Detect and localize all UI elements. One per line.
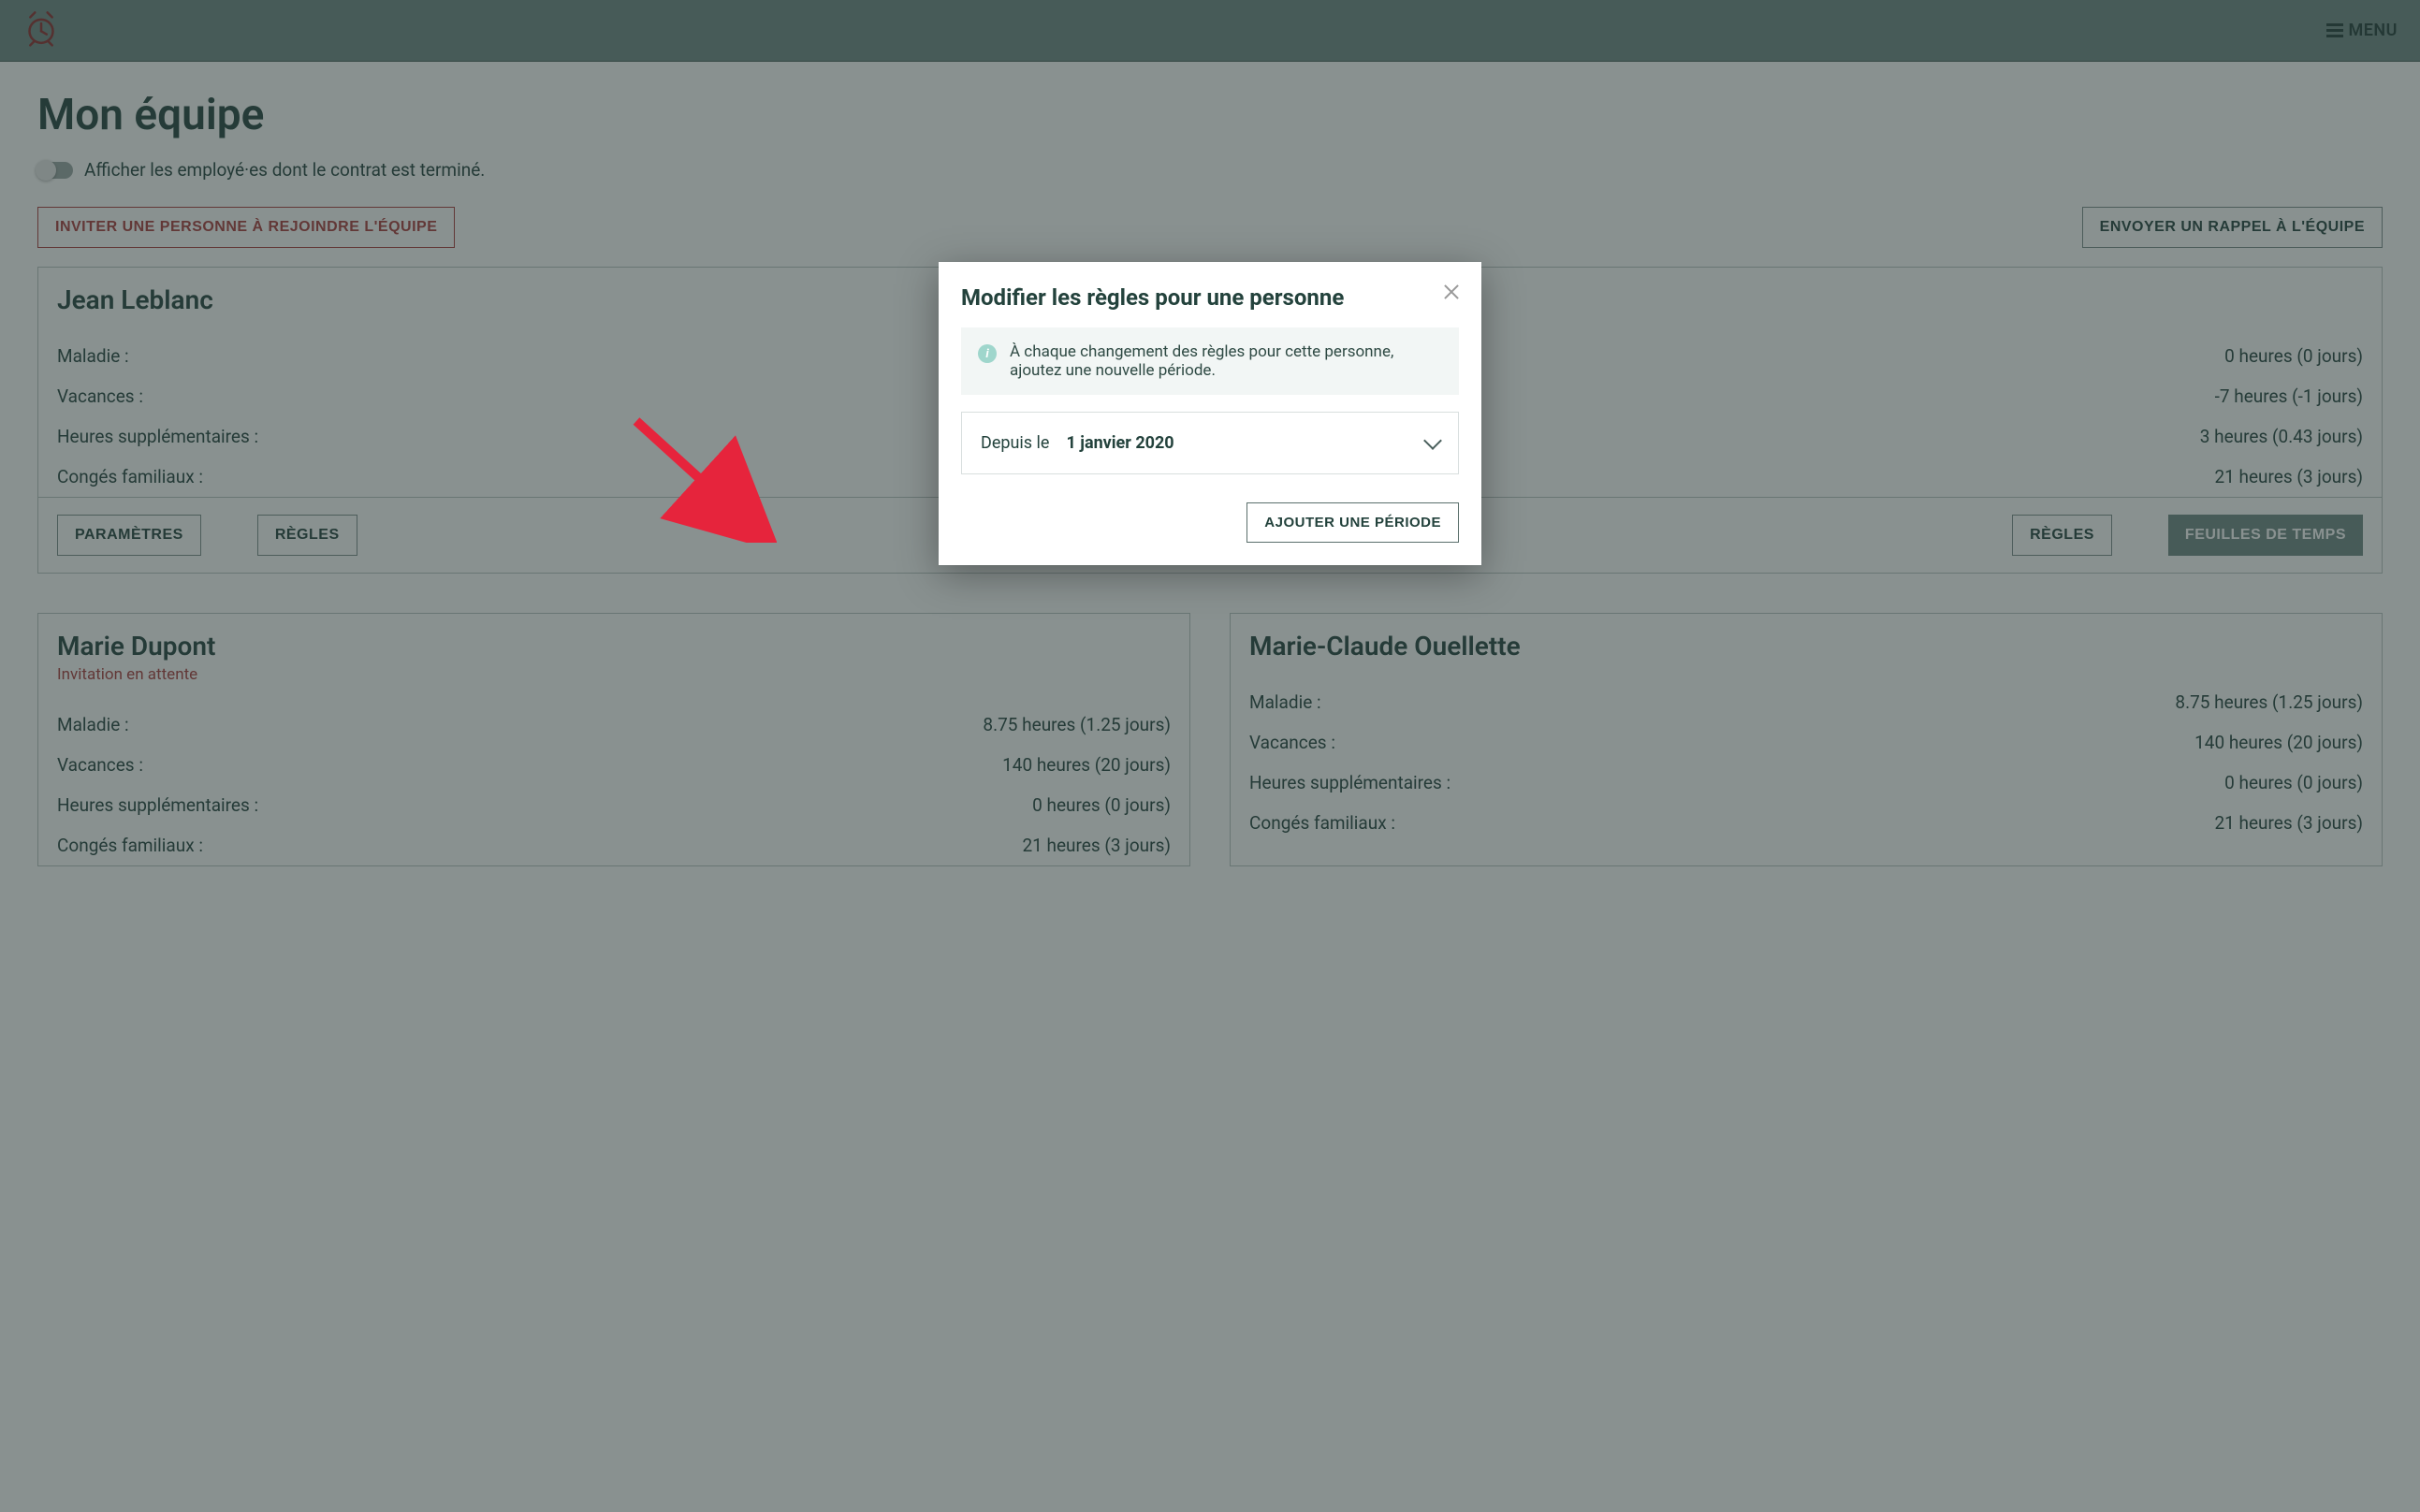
rules-modal: Modifier les règles pour une personne i … xyxy=(939,262,1481,565)
modal-title: Modifier les règles pour une personne xyxy=(961,284,1459,311)
close-icon[interactable] xyxy=(1440,281,1463,303)
since-date: 1 janvier 2020 xyxy=(1066,433,1174,453)
info-icon: i xyxy=(978,344,997,363)
add-period-button[interactable]: AJOUTER UNE PÉRIODE xyxy=(1246,502,1459,543)
chevron-down-icon xyxy=(1423,431,1442,450)
modal-info-box: i À chaque changement des règles pour ce… xyxy=(961,327,1459,395)
modal-info-text: À chaque changement des règles pour cett… xyxy=(1010,342,1442,380)
modal-overlay[interactable]: Modifier les règles pour une personne i … xyxy=(0,0,2420,1512)
period-row[interactable]: Depuis le 1 janvier 2020 xyxy=(961,412,1459,474)
since-label: Depuis le xyxy=(981,433,1049,453)
